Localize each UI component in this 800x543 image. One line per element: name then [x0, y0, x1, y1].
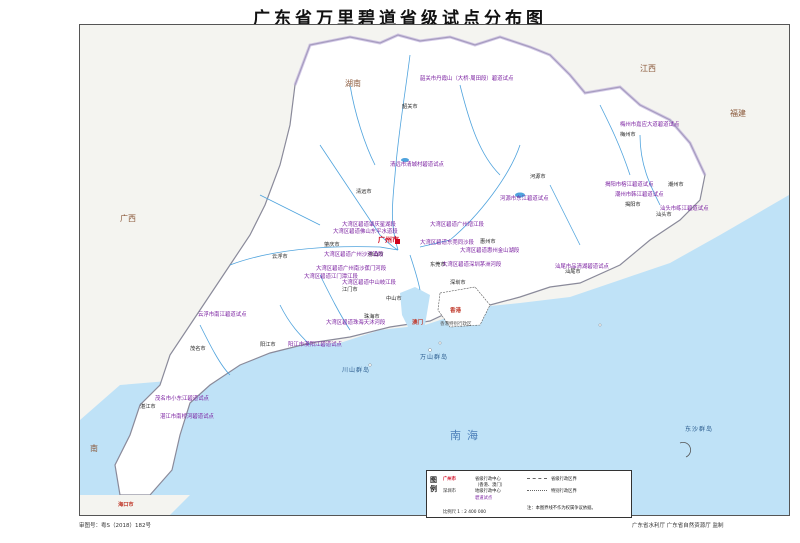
- pilot-label[interactable]: 大湾区碧道广州南沙蕉门河段: [316, 266, 386, 272]
- city-huizhou: 惠州市: [480, 239, 496, 245]
- map-canvas[interactable]: 湖南 江西 福建 广西 南 南海 东沙群岛 万山群岛 川山群岛 韶关市 清远市 …: [79, 24, 790, 516]
- pilot-label[interactable]: 韶关市丹霞山（大桥·周田段）碧道试点: [420, 76, 513, 82]
- city-meizhou: 梅州市: [620, 132, 636, 138]
- island-3: [438, 341, 442, 345]
- city-zhongshan: 中山市: [386, 296, 402, 302]
- city-jiangmen: 江门市: [342, 287, 358, 293]
- pilot-label[interactable]: 大湾区碧道中山岐江段: [342, 280, 396, 286]
- legend-boundary-provincial: 省级行政区界: [551, 477, 577, 482]
- pilot-label[interactable]: 潮州市韩江碧道试点: [615, 192, 664, 198]
- pilot-label[interactable]: 茂名市小东江碧道试点: [155, 396, 209, 402]
- city-chaozhou: 潮州市: [668, 182, 684, 188]
- legend-city-desc: 地级行政中心: [475, 489, 501, 494]
- pilot-label[interactable]: 大湾区碧道东莞同沙段: [420, 240, 474, 246]
- city-shanwei: 汕尾市: [565, 269, 581, 275]
- city-hongkong: 香港: [450, 308, 462, 314]
- pilot-label[interactable]: 揭阳市榕江碧道试点: [605, 182, 654, 188]
- label-chuanshan: 川山群岛: [342, 367, 371, 374]
- legend-title: 图例: [430, 476, 437, 493]
- region-hunan: 湖南: [345, 79, 361, 88]
- pilot-label[interactable]: 河源市东江碧道试点: [500, 196, 549, 202]
- city-guangzhou: 广州市: [378, 236, 399, 244]
- city-shenzhen: 深圳市: [450, 280, 466, 286]
- pilot-label[interactable]: 梅州市嘉应大道碧道试点: [620, 122, 679, 128]
- label-dongsha: 东沙群岛: [685, 426, 714, 433]
- pilot-label[interactable]: 阳江市漠阳江碧道试点: [288, 342, 342, 348]
- pilot-label[interactable]: 汕尾市品清湖碧道试点: [555, 264, 609, 270]
- legend-city-sample: 深圳市: [443, 489, 456, 494]
- legend-note: 注：本图界线不作为权属争议依据。: [527, 506, 596, 511]
- city-yangjiang: 阳江市: [260, 342, 276, 348]
- city-yunfu: 云浮市: [272, 254, 288, 260]
- pilot-label[interactable]: 大湾区碧道珠海天沐河段: [326, 320, 385, 326]
- island-1: [598, 323, 602, 327]
- region-fujian: 福建: [730, 109, 746, 118]
- legend-scale: 比例尺 1 : 2 400 000: [443, 510, 487, 515]
- city-zhanjiang: 湛江市: [140, 404, 156, 410]
- pilot-label[interactable]: 清远市清城村碧道试点: [390, 162, 444, 168]
- pilot-label[interactable]: 大湾区碧道肇庆星湖段: [342, 222, 396, 228]
- legend-sar-line: [527, 490, 547, 491]
- city-shaoguan: 韶关市: [402, 104, 418, 110]
- city-macau: 澳门: [412, 320, 424, 326]
- pilot-label[interactable]: 云浮市南江碧道试点: [198, 312, 247, 318]
- legend-capital: 广州市: [443, 477, 456, 482]
- pilot-label[interactable]: 汕头市练江碧道试点: [660, 206, 709, 212]
- city-maoming: 茂名市: [190, 346, 206, 352]
- region-guangxi: 广西: [120, 214, 136, 223]
- pilot-label[interactable]: 大湾区碧道佛山东平水道段: [333, 229, 398, 235]
- label-south-china-sea: 南海: [450, 429, 484, 442]
- legend-provincial-line: [527, 478, 547, 479]
- legend-boundary-sar: 特别行政区界: [551, 489, 577, 494]
- city-heyuan: 河源市: [530, 174, 546, 180]
- map-base-svg: [80, 25, 789, 515]
- city-haikou: 海口市: [118, 502, 134, 508]
- pilot-label[interactable]: 大湾区碧道广州沙河涌段: [324, 252, 383, 258]
- map-legend: 图例 广州市 省级行政中心 （香港、澳门） 深圳市 地级行政中心 碧道试点 比例…: [426, 470, 632, 518]
- region-jiangxi: 江西: [640, 64, 656, 73]
- city-zhaoqing: 肇庆市: [324, 242, 340, 248]
- pilot-label[interactable]: 湛江市南桥河碧道试点: [160, 414, 214, 420]
- pilot-label[interactable]: 大湾区碧道江门潭江段: [304, 274, 358, 280]
- city-qingyuan: 清远市: [356, 189, 372, 195]
- map-credits: 广东省水利厅 广东省自然资源厅 监制: [632, 523, 724, 529]
- legend-pilot-desc: 碧道试点: [475, 496, 493, 501]
- hk-sar-label: 香港特别行政区: [440, 322, 472, 327]
- city-shantou: 汕头市: [656, 212, 672, 218]
- island-4: [368, 363, 372, 367]
- pilot-label[interactable]: 大湾区碧道惠州金山湖段: [460, 248, 519, 254]
- pilot-label[interactable]: 大湾区碧道深圳茅洲河段: [442, 262, 501, 268]
- island-2: [428, 348, 432, 352]
- label-wanshan: 万山群岛: [420, 354, 449, 361]
- region-hainan: 南: [90, 444, 98, 453]
- pilot-label[interactable]: 大湾区碧道广州增江段: [430, 222, 484, 228]
- map-number: 审图号：粤S（2018）182号: [79, 523, 151, 529]
- city-jieyang: 揭阳市: [625, 202, 641, 208]
